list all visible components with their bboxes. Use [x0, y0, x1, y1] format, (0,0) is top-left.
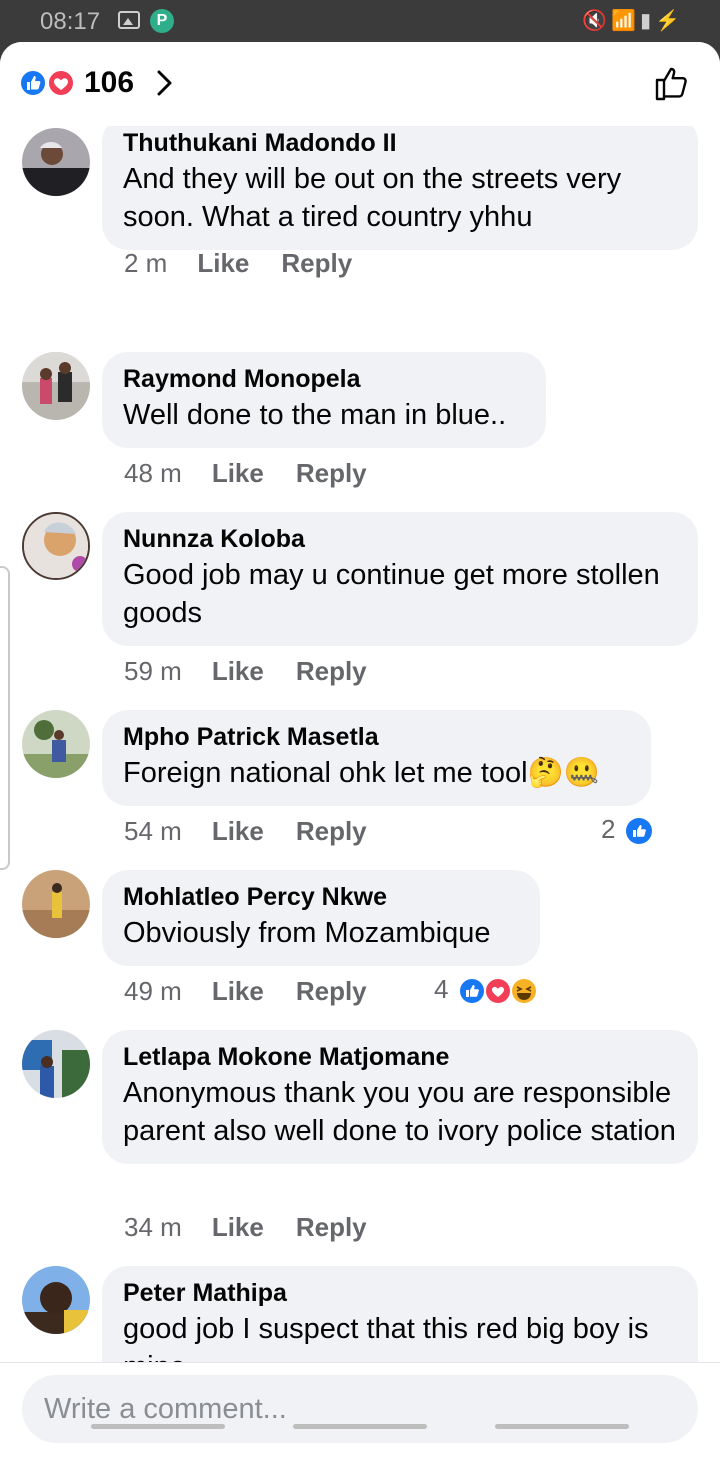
side-handle [0, 566, 10, 870]
haha-icon [509, 977, 538, 1006]
nav-back-button[interactable] [495, 1424, 629, 1429]
nav-recents-button[interactable] [91, 1424, 225, 1429]
reply-button[interactable]: Reply [296, 656, 367, 687]
like-icon [625, 818, 652, 845]
comment-list[interactable]: Thuthukani Madondo II And they will be o… [0, 126, 720, 1362]
comment-input[interactable] [22, 1375, 698, 1443]
app-icon: P [150, 9, 174, 33]
comment-text: Obviously from Mozambique [123, 917, 491, 949]
comment-time: 49 m [124, 976, 182, 1006]
comment-time: 54 m [124, 816, 182, 846]
comment-bubble[interactable]: Mohlatleo Percy Nkwe Obviously from Moza… [102, 870, 540, 966]
status-bar: 08:17 P 🔇📶▮⚡ [0, 0, 720, 44]
avatar[interactable] [22, 512, 90, 580]
like-button[interactable]: Like [212, 976, 264, 1007]
reply-button[interactable]: Reply [296, 816, 367, 847]
avatar[interactable] [22, 710, 90, 778]
like-button[interactable]: Like [212, 1212, 264, 1243]
comment-actions: 54 m Like Reply [124, 816, 367, 847]
comment-author[interactable]: Peter Mathipa [123, 1278, 678, 1308]
comment-text: Good job may u continue get more stollen… [123, 559, 660, 629]
comment-time: 48 m [124, 458, 182, 488]
comment-author[interactable]: Letlapa Mokone Matjomane [123, 1042, 678, 1072]
comment-actions: 59 m Like Reply [124, 656, 367, 687]
comment-actions: 49 m Like Reply [124, 976, 367, 1007]
comments-sheet: 106 Thuthukani Madondo II And they will … [0, 42, 720, 1480]
comment-bubble[interactable]: Raymond Monopela Well done to the man in… [102, 352, 546, 448]
comment-time: 59 m [124, 656, 182, 686]
avatar[interactable] [22, 1030, 90, 1098]
reaction-count: 4 [434, 974, 449, 1004]
comment-text: Well done to the man in blue.. [123, 399, 507, 431]
comment-reactions[interactable]: 4 [434, 974, 544, 1006]
comment-text: good job I suspect that this red big boy… [123, 1313, 649, 1362]
reply-button[interactable]: Reply [296, 1212, 367, 1243]
like-icon [457, 977, 486, 1006]
status-time: 08:17 [40, 8, 101, 35]
comment-author[interactable]: Mohlatleo Percy Nkwe [123, 882, 520, 912]
comment-time: 2 m [124, 248, 168, 278]
reaction-count: 2 [601, 814, 616, 844]
comment-bubble[interactable]: Mpho Patrick Masetla Foreign national oh… [102, 710, 651, 806]
like-button[interactable]: Like [212, 458, 264, 489]
compose-bar [0, 1362, 720, 1480]
reply-button[interactable]: Reply [296, 458, 367, 489]
nav-home-button[interactable] [293, 1424, 427, 1429]
comment-reactions[interactable]: 2 [601, 814, 653, 845]
comment-text: And they will be out on the streets very… [123, 163, 622, 233]
reply-button[interactable]: Reply [281, 248, 352, 279]
comment-author[interactable]: Mpho Patrick Masetla [123, 722, 631, 752]
reactions-header: 106 [0, 42, 720, 126]
battery-charging-icon: ⚡ [655, 10, 684, 32]
avatar[interactable] [22, 870, 90, 938]
comment-bubble[interactable]: Peter Mathipa good job I suspect that th… [102, 1266, 698, 1362]
like-button[interactable]: Like [212, 816, 264, 847]
like-button[interactable]: Like [212, 656, 264, 687]
like-button[interactable]: Like [197, 248, 249, 279]
avatar[interactable] [22, 128, 90, 196]
status-icons: 🔇📶▮⚡ [582, 8, 684, 33]
comment-author[interactable]: Nunnza Koloba [123, 524, 678, 554]
comment-bubble[interactable]: Nunnza Koloba Good job may u continue ge… [102, 512, 698, 646]
comment-actions: 48 m Like Reply [124, 458, 367, 489]
comment-bubble[interactable]: Thuthukani Madondo II And they will be o… [102, 126, 698, 250]
comment-time: 34 m [124, 1212, 182, 1242]
avatar[interactable] [22, 1266, 90, 1334]
gallery-icon [118, 11, 140, 29]
avatar[interactable] [22, 352, 90, 420]
reply-button[interactable]: Reply [296, 976, 367, 1007]
reaction-count[interactable]: 106 [84, 66, 134, 100]
comment-bubble[interactable]: Letlapa Mokone Matjomane Anonymous thank… [102, 1030, 698, 1164]
love-icon [483, 977, 512, 1006]
reaction-icons [457, 977, 538, 1006]
comment-text: Anonymous thank you you are responsible … [123, 1077, 676, 1147]
signal-icon: ▮ [640, 10, 656, 32]
comment-actions: 2 m Like Reply [124, 248, 352, 279]
love-icon [47, 69, 75, 97]
comment-actions: 34 m Like Reply [124, 1212, 367, 1243]
like-icon [19, 69, 47, 97]
like-outline-icon[interactable] [654, 64, 692, 102]
comment-author[interactable]: Thuthukani Madondo II [123, 128, 678, 158]
comment-text: Foreign national ohk let me tool🤔🤐 [123, 757, 600, 789]
mute-icon: 🔇 [582, 10, 612, 32]
comment-author[interactable]: Raymond Monopela [123, 364, 526, 394]
reaction-summary-icons[interactable] [19, 68, 79, 98]
chevron-right-icon[interactable] [150, 68, 180, 98]
wifi-icon: 📶 [611, 10, 641, 32]
